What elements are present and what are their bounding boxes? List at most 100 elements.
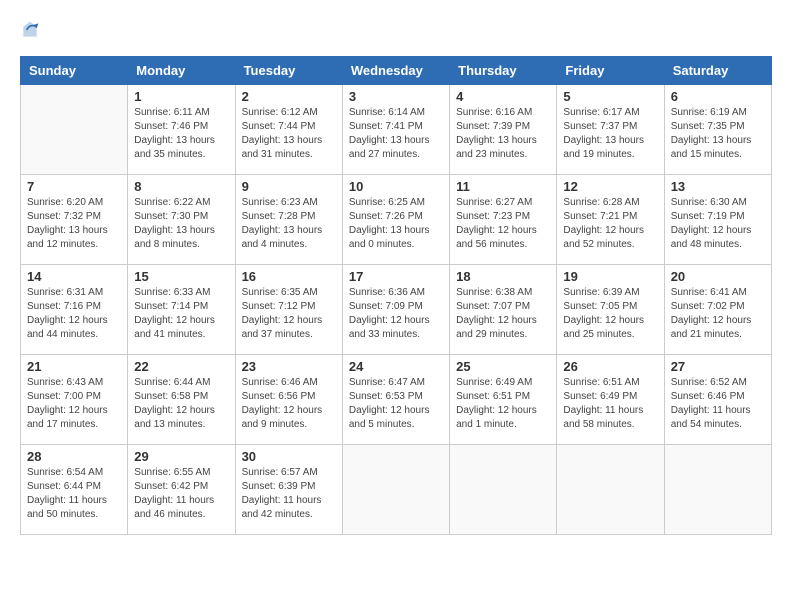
day-number: 22: [134, 359, 228, 374]
day-info: Sunrise: 6:52 AM Sunset: 6:46 PM Dayligh…: [671, 376, 765, 432]
day-info: Sunrise: 6:44 AM Sunset: 6:58 PM Dayligh…: [134, 376, 228, 432]
day-info: Sunrise: 6:28 AM Sunset: 7:21 PM Dayligh…: [563, 196, 657, 252]
calendar-cell: 3 Sunrise: 6:14 AM Sunset: 7:41 PM Daylig…: [342, 85, 449, 175]
weekday-header-wednesday: Wednesday: [342, 57, 449, 85]
calendar-cell: 20Sunrise: 6:41 AM Sunset: 7:02 PM Dayli…: [664, 265, 771, 355]
weekday-header-sunday: Sunday: [21, 57, 128, 85]
calendar-cell: [21, 85, 128, 175]
day-info: Sunrise: 6:19 AM Sunset: 7:35 PM Dayligh…: [671, 106, 765, 162]
calendar-cell: 6 Sunrise: 6:19 AM Sunset: 7:35 PM Daylig…: [664, 85, 771, 175]
calendar-cell: [664, 445, 771, 535]
day-number: 27: [671, 359, 765, 374]
day-info: Sunrise: 6:46 AM Sunset: 6:56 PM Dayligh…: [242, 376, 336, 432]
calendar-cell: 15 Sunrise: 6:33 AM Sunset: 7:14 PM Dayli…: [128, 265, 235, 355]
day-info: Sunrise: 6:54 AM Sunset: 6:44 PM Dayligh…: [27, 466, 121, 522]
calendar-cell: 18Sunrise: 6:38 AM Sunset: 7:07 PM Dayli…: [450, 265, 557, 355]
weekday-header-friday: Friday: [557, 57, 664, 85]
day-info: Sunrise: 6:49 AM Sunset: 6:51 PM Dayligh…: [456, 376, 550, 432]
day-number: 16: [242, 269, 336, 284]
calendar-cell: 21 Sunrise: 6:43 AM Sunset: 7:00 PM Dayli…: [21, 355, 128, 445]
calendar-cell: 13 Sunrise: 6:30 AM Sunset: 7:19 PM Dayli…: [664, 175, 771, 265]
logo: [20, 20, 40, 40]
day-number: 25: [456, 359, 550, 374]
calendar-cell: 29 Sunrise: 6:55 AM Sunset: 6:42 PM Dayli…: [128, 445, 235, 535]
day-info: Sunrise: 6:51 AM Sunset: 6:49 PM Dayligh…: [563, 376, 657, 432]
calendar-cell: [342, 445, 449, 535]
day-number: 13: [671, 179, 765, 194]
day-number: 6: [671, 89, 765, 104]
calendar-cell: 14Sunrise: 6:31 AM Sunset: 7:16 PM Dayli…: [21, 265, 128, 355]
day-info: Sunrise: 6:55 AM Sunset: 6:42 PM Dayligh…: [134, 466, 228, 522]
calendar-cell: 23Sunrise: 6:46 AM Sunset: 6:56 PM Dayli…: [235, 355, 342, 445]
day-info: Sunrise: 6:14 AM Sunset: 7:41 PM Dayligh…: [349, 106, 443, 162]
calendar-cell: 22 Sunrise: 6:44 AM Sunset: 6:58 PM Dayli…: [128, 355, 235, 445]
day-info: Sunrise: 6:31 AM Sunset: 7:16 PM Dayligh…: [27, 286, 121, 342]
day-number: 4: [456, 89, 550, 104]
day-number: 21: [27, 359, 121, 374]
day-info: Sunrise: 6:57 AM Sunset: 6:39 PM Dayligh…: [242, 466, 336, 522]
calendar-cell: 5 Sunrise: 6:17 AM Sunset: 7:37 PM Daylig…: [557, 85, 664, 175]
calendar-week-4: 21 Sunrise: 6:43 AM Sunset: 7:00 PM Dayli…: [21, 355, 772, 445]
day-number: 11: [456, 179, 550, 194]
day-number: 3: [349, 89, 443, 104]
calendar-cell: 30 Sunrise: 6:57 AM Sunset: 6:39 PM Dayli…: [235, 445, 342, 535]
calendar-week-5: 28Sunrise: 6:54 AM Sunset: 6:44 PM Dayli…: [21, 445, 772, 535]
day-info: Sunrise: 6:12 AM Sunset: 7:44 PM Dayligh…: [242, 106, 336, 162]
day-number: 7: [27, 179, 121, 194]
day-number: 15: [134, 269, 228, 284]
day-info: Sunrise: 6:35 AM Sunset: 7:12 PM Dayligh…: [242, 286, 336, 342]
calendar-cell: 19 Sunrise: 6:39 AM Sunset: 7:05 PM Dayli…: [557, 265, 664, 355]
day-info: Sunrise: 6:22 AM Sunset: 7:30 PM Dayligh…: [134, 196, 228, 252]
day-number: 5: [563, 89, 657, 104]
day-number: 30: [242, 449, 336, 464]
day-number: 26: [563, 359, 657, 374]
weekday-header-thursday: Thursday: [450, 57, 557, 85]
day-number: 12: [563, 179, 657, 194]
day-number: 9: [242, 179, 336, 194]
day-number: 19: [563, 269, 657, 284]
day-info: Sunrise: 6:23 AM Sunset: 7:28 PM Dayligh…: [242, 196, 336, 252]
calendar-cell: 17Sunrise: 6:36 AM Sunset: 7:09 PM Dayli…: [342, 265, 449, 355]
calendar-table: SundayMondayTuesdayWednesdayThursdayFrid…: [20, 56, 772, 535]
calendar-cell: 11 Sunrise: 6:27 AM Sunset: 7:23 PM Dayli…: [450, 175, 557, 265]
day-info: Sunrise: 6:43 AM Sunset: 7:00 PM Dayligh…: [27, 376, 121, 432]
day-number: 20: [671, 269, 765, 284]
calendar-cell: [557, 445, 664, 535]
calendar-cell: 4 Sunrise: 6:16 AM Sunset: 7:39 PM Daylig…: [450, 85, 557, 175]
calendar-cell: 25 Sunrise: 6:49 AM Sunset: 6:51 PM Dayli…: [450, 355, 557, 445]
day-info: Sunrise: 6:30 AM Sunset: 7:19 PM Dayligh…: [671, 196, 765, 252]
day-info: Sunrise: 6:16 AM Sunset: 7:39 PM Dayligh…: [456, 106, 550, 162]
day-number: 24: [349, 359, 443, 374]
day-number: 8: [134, 179, 228, 194]
day-info: Sunrise: 6:47 AM Sunset: 6:53 PM Dayligh…: [349, 376, 443, 432]
day-info: Sunrise: 6:20 AM Sunset: 7:32 PM Dayligh…: [27, 196, 121, 252]
calendar-cell: 27 Sunrise: 6:52 AM Sunset: 6:46 PM Dayli…: [664, 355, 771, 445]
day-number: 2: [242, 89, 336, 104]
day-info: Sunrise: 6:11 AM Sunset: 7:46 PM Dayligh…: [134, 106, 228, 162]
generalblue-icon: [20, 20, 40, 40]
day-number: 29: [134, 449, 228, 464]
day-info: Sunrise: 6:39 AM Sunset: 7:05 PM Dayligh…: [563, 286, 657, 342]
calendar-cell: 10Sunrise: 6:25 AM Sunset: 7:26 PM Dayli…: [342, 175, 449, 265]
weekday-header-saturday: Saturday: [664, 57, 771, 85]
calendar-cell: 1 Sunrise: 6:11 AM Sunset: 7:46 PM Daylig…: [128, 85, 235, 175]
day-info: Sunrise: 6:17 AM Sunset: 7:37 PM Dayligh…: [563, 106, 657, 162]
calendar-cell: 12 Sunrise: 6:28 AM Sunset: 7:21 PM Dayli…: [557, 175, 664, 265]
calendar-cell: 9 Sunrise: 6:23 AM Sunset: 7:28 PM Daylig…: [235, 175, 342, 265]
weekday-header-monday: Monday: [128, 57, 235, 85]
calendar-cell: 28Sunrise: 6:54 AM Sunset: 6:44 PM Dayli…: [21, 445, 128, 535]
weekday-header-row: SundayMondayTuesdayWednesdayThursdayFrid…: [21, 57, 772, 85]
calendar-cell: 2 Sunrise: 6:12 AM Sunset: 7:44 PM Daylig…: [235, 85, 342, 175]
day-number: 18: [456, 269, 550, 284]
calendar-cell: 26 Sunrise: 6:51 AM Sunset: 6:49 PM Dayli…: [557, 355, 664, 445]
calendar-cell: 24 Sunrise: 6:47 AM Sunset: 6:53 PM Dayli…: [342, 355, 449, 445]
weekday-header-tuesday: Tuesday: [235, 57, 342, 85]
calendar-week-3: 14Sunrise: 6:31 AM Sunset: 7:16 PM Dayli…: [21, 265, 772, 355]
calendar-week-2: 7 Sunrise: 6:20 AM Sunset: 7:32 PM Daylig…: [21, 175, 772, 265]
day-number: 1: [134, 89, 228, 104]
day-info: Sunrise: 6:25 AM Sunset: 7:26 PM Dayligh…: [349, 196, 443, 252]
calendar-cell: [450, 445, 557, 535]
day-info: Sunrise: 6:27 AM Sunset: 7:23 PM Dayligh…: [456, 196, 550, 252]
calendar-cell: 8 Sunrise: 6:22 AM Sunset: 7:30 PM Daylig…: [128, 175, 235, 265]
day-info: Sunrise: 6:33 AM Sunset: 7:14 PM Dayligh…: [134, 286, 228, 342]
